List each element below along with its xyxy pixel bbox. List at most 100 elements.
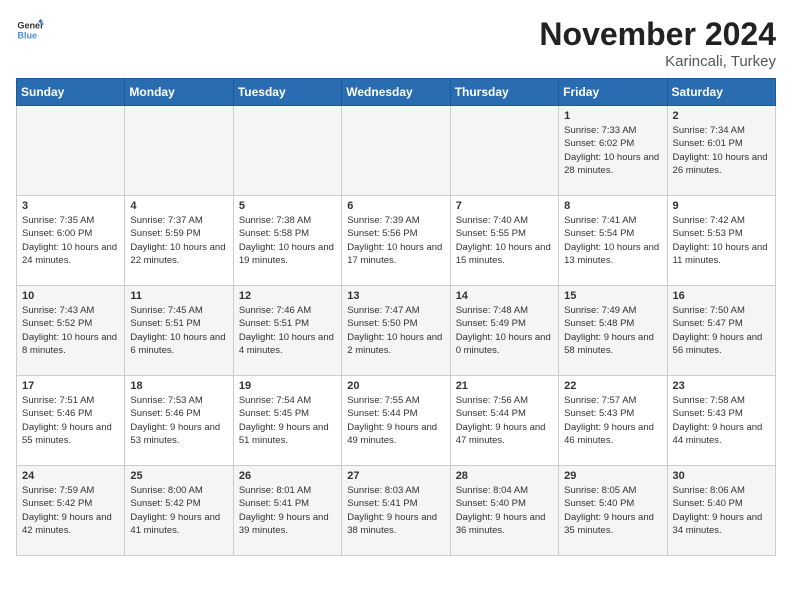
day-info: Sunrise: 7:47 AMSunset: 5:50 PMDaylight:…	[347, 304, 444, 357]
day-info: Sunrise: 7:34 AMSunset: 6:01 PMDaylight:…	[673, 124, 770, 177]
day-number: 29	[564, 470, 661, 482]
day-number: 4	[130, 200, 227, 212]
day-info: Sunrise: 8:00 AMSunset: 5:42 PMDaylight:…	[130, 484, 227, 537]
calendar-cell	[450, 106, 558, 196]
calendar-table: SundayMondayTuesdayWednesdayThursdayFrid…	[16, 78, 776, 556]
day-info: Sunrise: 7:48 AMSunset: 5:49 PMDaylight:…	[456, 304, 553, 357]
day-info: Sunrise: 7:46 AMSunset: 5:51 PMDaylight:…	[239, 304, 336, 357]
weekday-header-thursday: Thursday	[450, 79, 558, 106]
day-info: Sunrise: 8:04 AMSunset: 5:40 PMDaylight:…	[456, 484, 553, 537]
location: Karincali, Turkey	[539, 53, 776, 70]
day-info: Sunrise: 8:03 AMSunset: 5:41 PMDaylight:…	[347, 484, 444, 537]
day-info: Sunrise: 7:54 AMSunset: 5:45 PMDaylight:…	[239, 394, 336, 447]
day-number: 27	[347, 470, 444, 482]
calendar-cell: 18 Sunrise: 7:53 AMSunset: 5:46 PMDayligh…	[125, 376, 233, 466]
weekday-header-monday: Monday	[125, 79, 233, 106]
day-number: 15	[564, 290, 661, 302]
day-info: Sunrise: 7:55 AMSunset: 5:44 PMDaylight:…	[347, 394, 444, 447]
day-info: Sunrise: 7:45 AMSunset: 5:51 PMDaylight:…	[130, 304, 227, 357]
logo-icon: General Blue	[16, 16, 44, 44]
day-info: Sunrise: 7:59 AMSunset: 5:42 PMDaylight:…	[22, 484, 119, 537]
calendar-cell: 19 Sunrise: 7:54 AMSunset: 5:45 PMDayligh…	[233, 376, 341, 466]
day-number: 28	[456, 470, 553, 482]
weekday-header-tuesday: Tuesday	[233, 79, 341, 106]
calendar-cell: 11 Sunrise: 7:45 AMSunset: 5:51 PMDayligh…	[125, 286, 233, 376]
calendar-cell: 26Sunrise: 8:01 AMSunset: 5:41 PMDayligh…	[233, 466, 341, 556]
calendar-cell: 7 Sunrise: 7:40 AMSunset: 5:55 PMDaylight…	[450, 196, 558, 286]
day-number: 30	[673, 470, 770, 482]
day-info: Sunrise: 7:40 AMSunset: 5:55 PMDaylight:…	[456, 214, 553, 267]
calendar-cell	[342, 106, 450, 196]
logo: General Blue	[16, 16, 44, 44]
day-number: 7	[456, 200, 553, 212]
day-number: 21	[456, 380, 553, 392]
weekday-header-sunday: Sunday	[17, 79, 125, 106]
day-number: 22	[564, 380, 661, 392]
day-info: Sunrise: 7:43 AMSunset: 5:52 PMDaylight:…	[22, 304, 119, 357]
day-number: 18	[130, 380, 227, 392]
weekday-header-wednesday: Wednesday	[342, 79, 450, 106]
calendar-cell: 9 Sunrise: 7:42 AMSunset: 5:53 PMDaylight…	[667, 196, 775, 286]
calendar-cell	[125, 106, 233, 196]
day-info: Sunrise: 7:39 AMSunset: 5:56 PMDaylight:…	[347, 214, 444, 267]
day-number: 1	[564, 110, 661, 122]
calendar-cell: 4 Sunrise: 7:37 AMSunset: 5:59 PMDaylight…	[125, 196, 233, 286]
day-info: Sunrise: 7:37 AMSunset: 5:59 PMDaylight:…	[130, 214, 227, 267]
day-info: Sunrise: 7:42 AMSunset: 5:53 PMDaylight:…	[673, 214, 770, 267]
day-info: Sunrise: 7:50 AMSunset: 5:47 PMDaylight:…	[673, 304, 770, 357]
calendar-cell: 13 Sunrise: 7:47 AMSunset: 5:50 PMDayligh…	[342, 286, 450, 376]
day-number: 20	[347, 380, 444, 392]
calendar-cell: 28 Sunrise: 8:04 AMSunset: 5:40 PMDayligh…	[450, 466, 558, 556]
day-number: 11	[130, 290, 227, 302]
calendar-cell: 17Sunrise: 7:51 AMSunset: 5:46 PMDayligh…	[17, 376, 125, 466]
calendar-cell: 2 Sunrise: 7:34 AMSunset: 6:01 PMDaylight…	[667, 106, 775, 196]
weekday-header-saturday: Saturday	[667, 79, 775, 106]
day-number: 24	[22, 470, 119, 482]
day-number: 25	[130, 470, 227, 482]
calendar-cell: 3 Sunrise: 7:35 AMSunset: 6:00 PMDaylight…	[17, 196, 125, 286]
calendar-cell	[233, 106, 341, 196]
month-title: November 2024	[539, 16, 776, 53]
day-number: 2	[673, 110, 770, 122]
calendar-cell: 22 Sunrise: 7:57 AMSunset: 5:43 PMDayligh…	[559, 376, 667, 466]
calendar-cell	[17, 106, 125, 196]
title-area: November 2024 Karincali, Turkey	[539, 16, 776, 70]
day-number: 5	[239, 200, 336, 212]
day-number: 13	[347, 290, 444, 302]
day-number: 23	[673, 380, 770, 392]
calendar-cell: 24 Sunrise: 7:59 AMSunset: 5:42 PMDayligh…	[17, 466, 125, 556]
day-number: 9	[673, 200, 770, 212]
day-info: Sunrise: 8:05 AMSunset: 5:40 PMDaylight:…	[564, 484, 661, 537]
day-number: 8	[564, 200, 661, 212]
day-info: Sunrise: 7:35 AMSunset: 6:00 PMDaylight:…	[22, 214, 119, 267]
day-info: Sunrise: 7:41 AMSunset: 5:54 PMDaylight:…	[564, 214, 661, 267]
calendar-cell: 23 Sunrise: 7:58 AMSunset: 5:43 PMDayligh…	[667, 376, 775, 466]
svg-text:Blue: Blue	[17, 30, 37, 40]
calendar-cell: 16Sunrise: 7:50 AMSunset: 5:47 PMDayligh…	[667, 286, 775, 376]
calendar-cell: 29 Sunrise: 8:05 AMSunset: 5:40 PMDayligh…	[559, 466, 667, 556]
calendar-cell: 15 Sunrise: 7:49 AMSunset: 5:48 PMDayligh…	[559, 286, 667, 376]
day-info: Sunrise: 7:53 AMSunset: 5:46 PMDaylight:…	[130, 394, 227, 447]
day-number: 10	[22, 290, 119, 302]
weekday-header-friday: Friday	[559, 79, 667, 106]
calendar-cell: 25 Sunrise: 8:00 AMSunset: 5:42 PMDayligh…	[125, 466, 233, 556]
calendar-cell: 30Sunrise: 8:06 AMSunset: 5:40 PMDayligh…	[667, 466, 775, 556]
calendar-cell: 14 Sunrise: 7:48 AMSunset: 5:49 PMDayligh…	[450, 286, 558, 376]
calendar-cell: 21 Sunrise: 7:56 AMSunset: 5:44 PMDayligh…	[450, 376, 558, 466]
day-number: 12	[239, 290, 336, 302]
page-header: General Blue November 2024 Karincali, Tu…	[16, 16, 776, 70]
calendar-cell: 5 Sunrise: 7:38 AMSunset: 5:58 PMDaylight…	[233, 196, 341, 286]
day-number: 6	[347, 200, 444, 212]
day-number: 3	[22, 200, 119, 212]
day-info: Sunrise: 7:38 AMSunset: 5:58 PMDaylight:…	[239, 214, 336, 267]
day-number: 19	[239, 380, 336, 392]
calendar-cell: 27 Sunrise: 8:03 AMSunset: 5:41 PMDayligh…	[342, 466, 450, 556]
day-number: 14	[456, 290, 553, 302]
day-info: Sunrise: 7:58 AMSunset: 5:43 PMDaylight:…	[673, 394, 770, 447]
day-info: Sunrise: 7:49 AMSunset: 5:48 PMDaylight:…	[564, 304, 661, 357]
calendar-cell: 1 Sunrise: 7:33 AMSunset: 6:02 PMDaylight…	[559, 106, 667, 196]
day-info: Sunrise: 7:51 AMSunset: 5:46 PMDaylight:…	[22, 394, 119, 447]
day-info: Sunrise: 7:57 AMSunset: 5:43 PMDaylight:…	[564, 394, 661, 447]
day-info: Sunrise: 7:33 AMSunset: 6:02 PMDaylight:…	[564, 124, 661, 177]
day-info: Sunrise: 7:56 AMSunset: 5:44 PMDaylight:…	[456, 394, 553, 447]
